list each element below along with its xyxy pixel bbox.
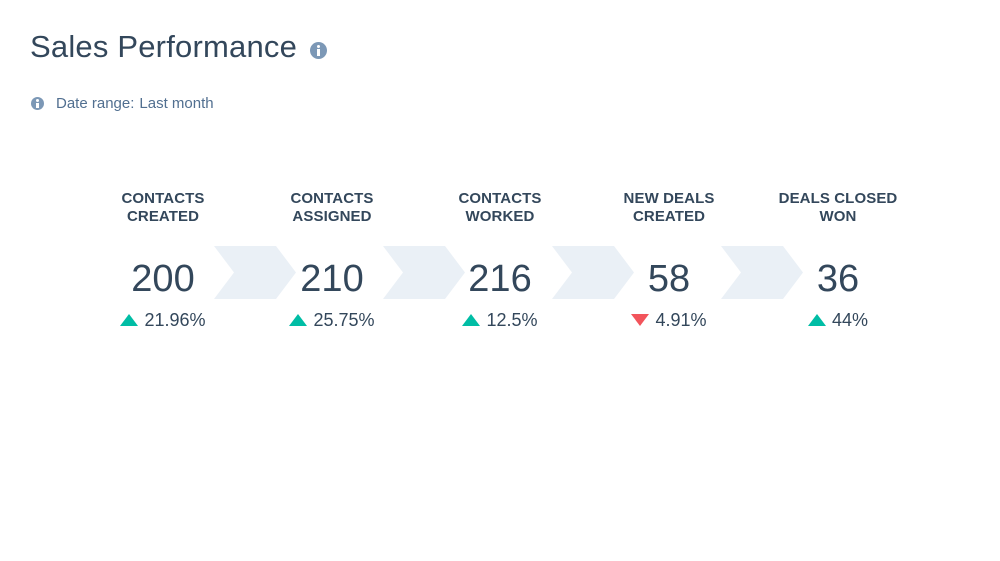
change-percent: 44% (831, 310, 869, 330)
arrow-up-icon (120, 314, 139, 326)
arrow-up-icon (462, 314, 481, 326)
stage-value: 36 (816, 258, 860, 300)
stage-change: 4.91% (589, 309, 749, 331)
stage-change: 25.75% (252, 309, 412, 331)
stage-label-line: DEALS CLOSED (778, 190, 898, 207)
stage-label-line: ASSIGNED (292, 208, 372, 225)
stage-label-line: NEW DEALS (623, 190, 715, 207)
stage-label-line: CREATED (126, 208, 200, 225)
stage-label-line: WON (819, 208, 857, 225)
change-percent: 4.91% (655, 310, 707, 330)
arrow-up-icon (289, 314, 308, 326)
stage-label: CONTACTS WORKED (420, 190, 580, 228)
sales-funnel: CONTACTS CREATED 200 21.96% CONTACTS ASS… (0, 0, 1000, 561)
stage-label-line: CONTACTS (290, 190, 374, 207)
stage-label-line: CONTACTS (121, 190, 205, 207)
arrow-up-icon (807, 314, 826, 326)
stage-label: CONTACTS ASSIGNED (252, 190, 412, 228)
funnel-stage-deals-closed-won: DEALS CLOSED WON 36 44% (758, 190, 918, 331)
change-percent: 25.75% (313, 310, 375, 330)
stage-label-line: WORKED (465, 208, 535, 225)
stage-change: 21.96% (83, 309, 243, 331)
stage-label-line: CONTACTS (458, 190, 542, 207)
stage-label: CONTACTS CREATED (83, 190, 243, 228)
arrow-down-icon (631, 314, 650, 326)
stage-change: 12.5% (420, 309, 580, 331)
stage-label: DEALS CLOSED WON (758, 190, 918, 228)
change-percent: 21.96% (144, 310, 206, 330)
stage-change: 44% (758, 309, 918, 331)
stage-label-line: CREATED (632, 208, 706, 225)
change-percent: 12.5% (486, 310, 538, 330)
stage-label: NEW DEALS CREATED (589, 190, 749, 228)
